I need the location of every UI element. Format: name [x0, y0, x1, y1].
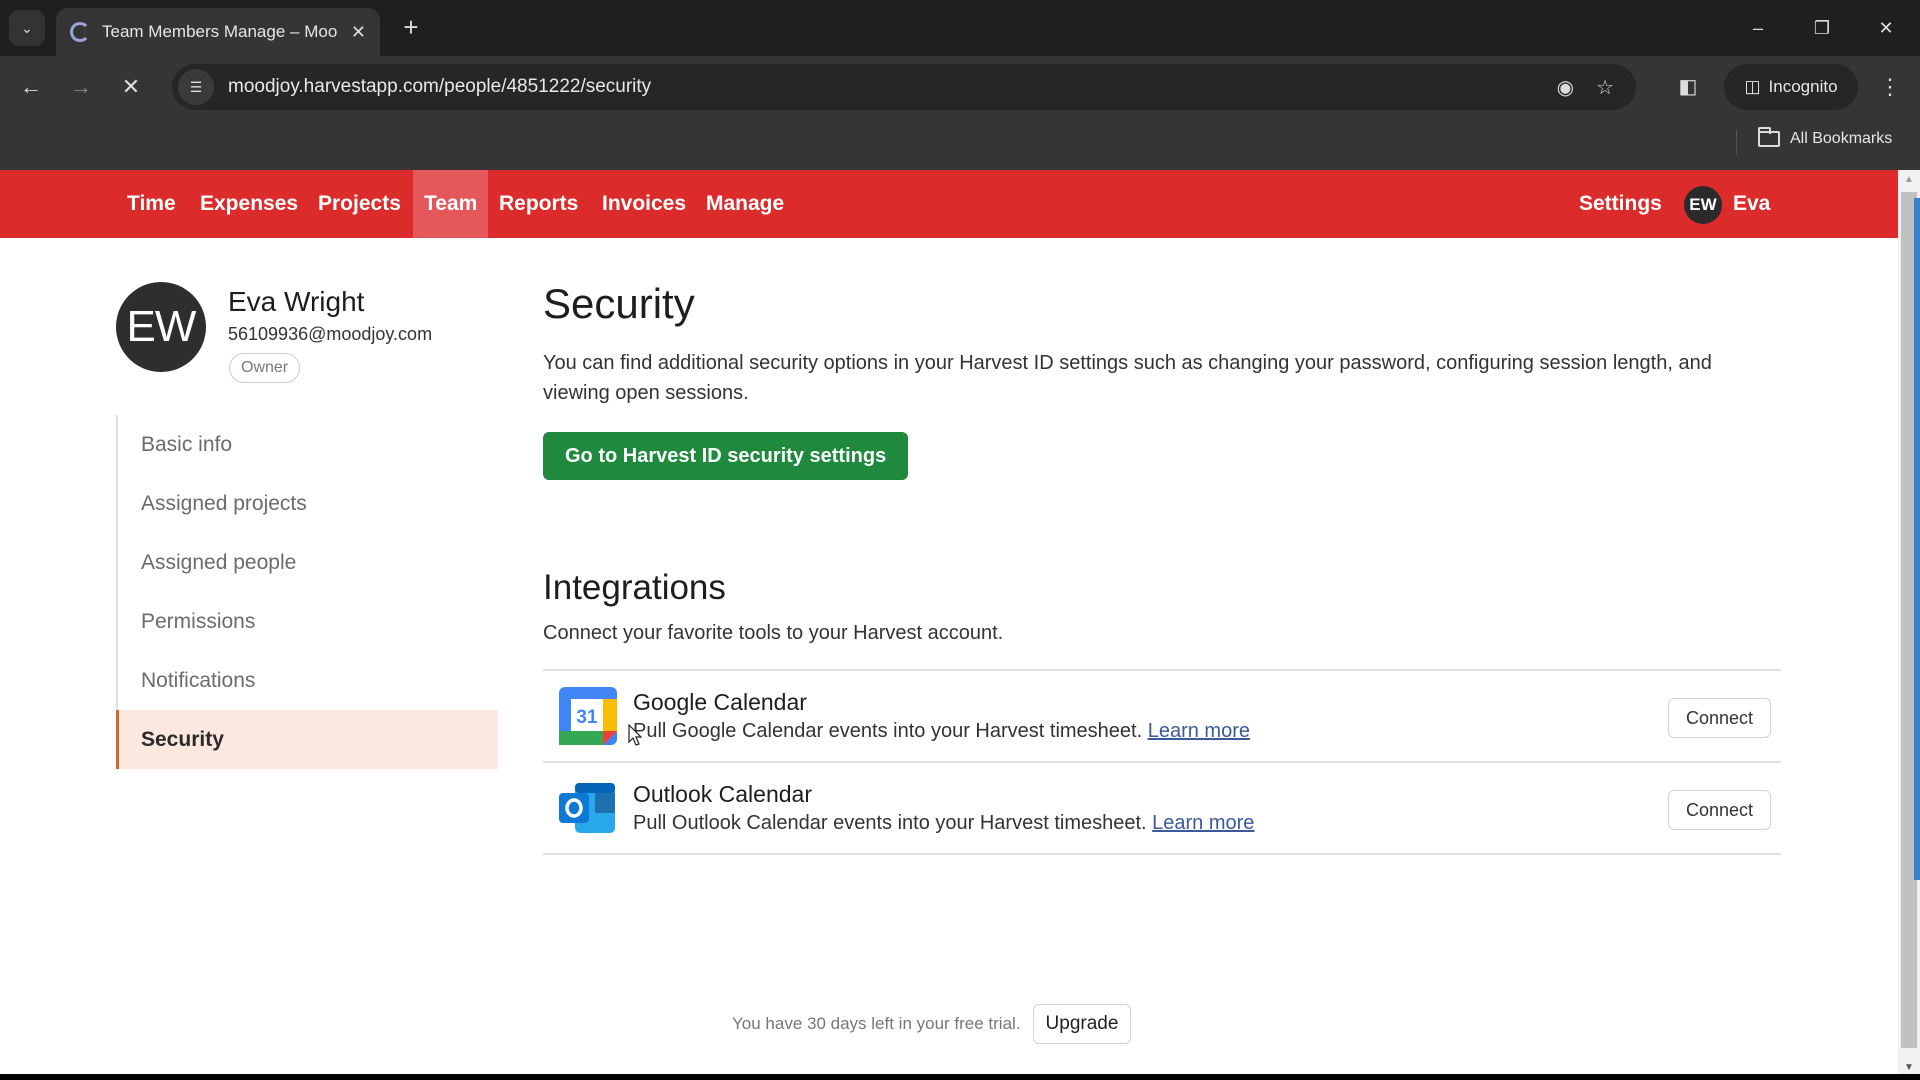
browser-tab[interactable]: Team Members Manage – Moo ✕	[56, 8, 380, 56]
tune-icon[interactable]: ☰	[178, 69, 214, 105]
profile-email: 56109936@moodjoy.com	[228, 324, 433, 344]
restore-icon[interactable]: ❐	[1802, 10, 1842, 46]
trial-text: You have 30 days left in your free trial…	[732, 1014, 1021, 1033]
side-menu-item-permissions[interactable]: Permissions	[118, 592, 498, 651]
profile-name: Eva Wright	[228, 286, 365, 317]
nav-item-expenses[interactable]: Expenses	[189, 170, 309, 238]
upgrade-button[interactable]: Upgrade	[1032, 1004, 1132, 1044]
integration-row-outlook-calendar: Outlook Calendar Pull Outlook Calendar e…	[543, 763, 1781, 855]
browser-tabstrip: ⌄ Team Members Manage – Moo ✕ + – ❐ ✕	[0, 0, 1920, 56]
chevron-down-icon[interactable]: ⌄	[9, 10, 45, 46]
connect-google-calendar-button[interactable]: Connect	[1667, 698, 1771, 738]
folder-icon	[1758, 127, 1780, 147]
user-name-menu[interactable]: Eva	[1722, 170, 1781, 238]
incognito-indicator[interactable]: ◫ Incognito	[1724, 64, 1858, 110]
harvest-id-security-button[interactable]: Go to Harvest ID security settings	[543, 432, 909, 480]
minimize-icon[interactable]: –	[1738, 10, 1778, 46]
harvest-favicon-icon	[70, 22, 90, 42]
side-panel-icon[interactable]: ◧	[1674, 72, 1702, 100]
forward-arrow-icon[interactable]: →	[64, 70, 98, 104]
nav-item-team[interactable]: Team	[413, 170, 489, 238]
learn-more-link[interactable]: Learn more	[1148, 720, 1250, 742]
integration-description-text: Pull Google Calendar events into your Ha…	[633, 720, 1143, 742]
back-arrow-icon[interactable]: ←	[14, 70, 48, 104]
close-icon[interactable]: ✕	[1866, 10, 1906, 46]
side-menu-item-assigned-projects[interactable]: Assigned projects	[118, 474, 498, 533]
nav-item-invoices[interactable]: Invoices	[591, 170, 697, 238]
trial-banner: You have 30 days left in your free trial…	[732, 1004, 1132, 1044]
profile-avatar: EW	[116, 282, 206, 372]
outlook-calendar-icon	[559, 783, 615, 833]
user-avatar[interactable]: EW	[1684, 186, 1722, 224]
main-content: Security You can find additional securit…	[543, 280, 1781, 855]
nav-item-projects[interactable]: Projects	[307, 170, 412, 238]
integration-info: Outlook Calendar Pull Outlook Calendar e…	[633, 781, 1254, 835]
integration-description-text: Pull Outlook Calendar events into your H…	[633, 812, 1147, 834]
calendar-day-number: 31	[576, 707, 598, 728]
mouse-cursor-icon	[628, 724, 642, 746]
plus-icon[interactable]: +	[396, 12, 426, 42]
nav-item-settings[interactable]: Settings	[1568, 170, 1673, 238]
scroll-up-arrow-icon[interactable]: ▲	[1898, 174, 1920, 188]
nav-item-manage[interactable]: Manage	[695, 170, 795, 238]
integration-row-google-calendar: 31 Google Calendar Pull Google Calendar …	[543, 671, 1781, 763]
integration-name: Google Calendar	[633, 689, 807, 715]
tab-title: Team Members Manage – Moo	[102, 22, 338, 41]
integrations-description: Connect your favorite tools to your Harv…	[543, 622, 1004, 644]
scrollbar-accent	[1914, 198, 1920, 880]
page-scrollbar[interactable]: ▲ ▼	[1898, 170, 1920, 1080]
integrations-title: Integrations	[543, 568, 726, 607]
nav-item-reports[interactable]: Reports	[488, 170, 589, 238]
nav-item-time[interactable]: Time	[116, 170, 187, 238]
page-title: Security	[543, 280, 695, 327]
eye-off-icon[interactable]: ◉	[1557, 75, 1574, 100]
close-icon[interactable]: ✕	[351, 22, 366, 43]
star-icon[interactable]: ☆	[1596, 75, 1614, 100]
bookmarks-bar: All Bookmarks	[0, 116, 1920, 170]
all-bookmarks-button[interactable]: All Bookmarks	[1758, 127, 1893, 148]
incognito-label: Incognito	[1768, 77, 1838, 96]
all-bookmarks-label: All Bookmarks	[1790, 130, 1893, 147]
screen-bottom-edge	[0, 1074, 1920, 1080]
security-description: You can find additional security options…	[543, 352, 1712, 404]
integration-info: Google Calendar Pull Google Calendar eve…	[633, 689, 1250, 743]
side-menu-item-basic-info[interactable]: Basic info	[118, 415, 498, 474]
side-menu-item-assigned-people[interactable]: Assigned people	[118, 533, 498, 592]
side-menu-item-security[interactable]: Security	[116, 710, 498, 769]
integrations-list: 31 Google Calendar Pull Google Calendar …	[543, 669, 1781, 855]
stop-loading-icon[interactable]: ✕	[114, 70, 148, 104]
role-badge: Owner	[229, 353, 301, 383]
google-calendar-icon: 31	[559, 687, 617, 745]
app-nav: Time Expenses Projects Team Reports Invo…	[0, 170, 1898, 238]
learn-more-link[interactable]: Learn more	[1152, 812, 1254, 834]
url-text[interactable]: moodjoy.harvestapp.com/people/4851222/se…	[228, 76, 1557, 98]
integration-description: Pull Outlook Calendar events into your H…	[633, 812, 1254, 835]
incognito-icon: ◫	[1744, 77, 1761, 96]
bookmarks-divider	[1736, 130, 1737, 154]
side-menu-item-notifications[interactable]: Notifications	[118, 651, 498, 710]
integration-name: Outlook Calendar	[633, 781, 812, 807]
address-bar[interactable]: ☰ moodjoy.harvestapp.com/people/4851222/…	[172, 64, 1636, 110]
profile-side-menu: Basic info Assigned projects Assigned pe…	[116, 415, 498, 769]
connect-outlook-calendar-button[interactable]: Connect	[1667, 790, 1771, 830]
integration-description: Pull Google Calendar events into your Ha…	[633, 720, 1250, 743]
browser-toolbar: ← → ✕ ☰ moodjoy.harvestapp.com/people/48…	[0, 56, 1920, 116]
kebab-menu-icon[interactable]: ⋮	[1876, 70, 1904, 104]
